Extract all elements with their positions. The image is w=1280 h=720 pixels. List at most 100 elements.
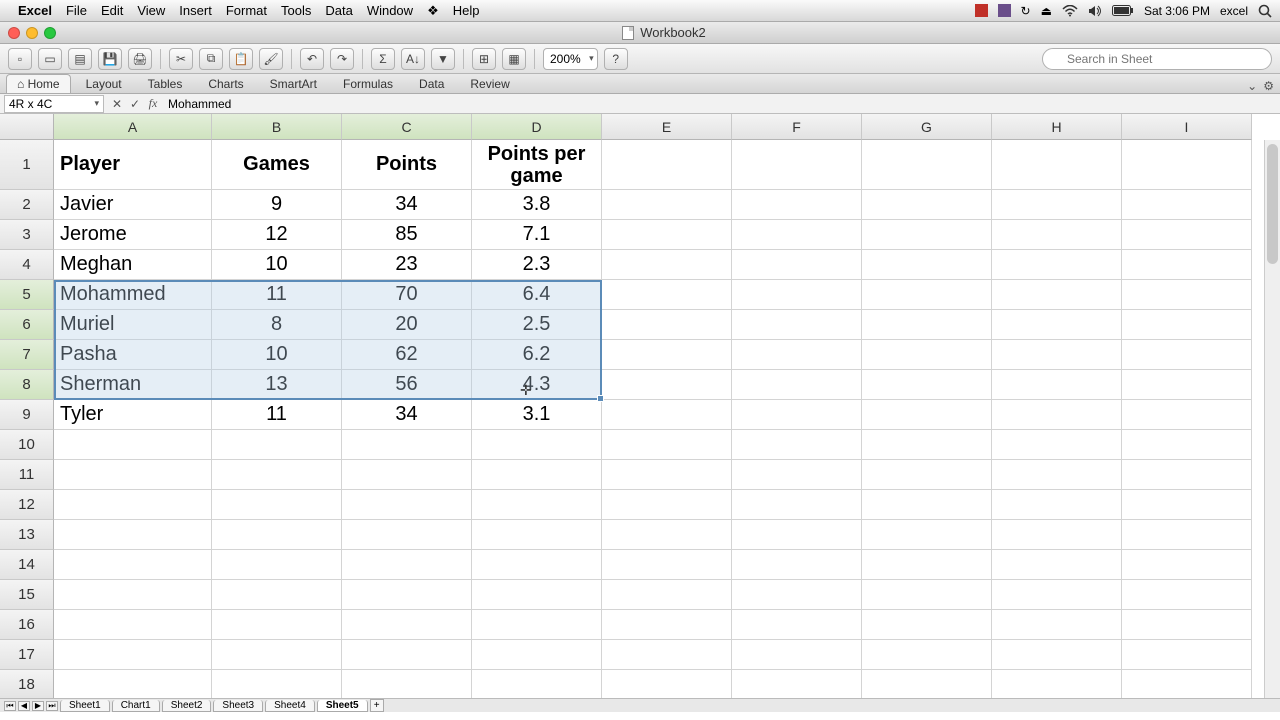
column-header-I[interactable]: I	[1122, 114, 1252, 140]
fx-icon[interactable]: fx	[144, 96, 162, 111]
cell-G1[interactable]	[862, 140, 992, 190]
tab-layout[interactable]: Layout	[75, 74, 133, 93]
cell-H7[interactable]	[992, 340, 1122, 370]
cell-D18[interactable]	[472, 670, 602, 700]
help-button[interactable]: ?	[604, 48, 628, 70]
tab-nav-next[interactable]: ▶	[32, 701, 44, 711]
cell-E7[interactable]	[602, 340, 732, 370]
cell-B6[interactable]: 8	[212, 310, 342, 340]
cell-I9[interactable]	[1122, 400, 1252, 430]
script-menu-icon[interactable]: ❖	[427, 3, 439, 19]
row-header-14[interactable]: 14	[0, 550, 54, 580]
row-header-12[interactable]: 12	[0, 490, 54, 520]
cell-G8[interactable]	[862, 370, 992, 400]
row-header-15[interactable]: 15	[0, 580, 54, 610]
clock[interactable]: Sat 3:06 PM	[1144, 4, 1210, 18]
cell-G15[interactable]	[862, 580, 992, 610]
cell-C17[interactable]	[342, 640, 472, 670]
row-header-2[interactable]: 2	[0, 190, 54, 220]
cell-A6[interactable]: Muriel	[54, 310, 212, 340]
cell-A5[interactable]: Mohammed	[54, 280, 212, 310]
cell-F6[interactable]	[732, 310, 862, 340]
menu-help[interactable]: Help	[453, 3, 480, 18]
filter-button[interactable]: ▼	[431, 48, 455, 70]
cancel-formula-icon[interactable]: ✕	[108, 97, 126, 111]
column-header-G[interactable]: G	[862, 114, 992, 140]
cell-I3[interactable]	[1122, 220, 1252, 250]
cell-G9[interactable]	[862, 400, 992, 430]
undo-button[interactable]: ↶	[300, 48, 324, 70]
cell-D3[interactable]: 7.1	[472, 220, 602, 250]
open-template-button[interactable]: ▤	[68, 48, 92, 70]
cell-B11[interactable]	[212, 460, 342, 490]
volume-icon[interactable]	[1088, 5, 1102, 17]
cell-C12[interactable]	[342, 490, 472, 520]
column-header-D[interactable]: D	[472, 114, 602, 140]
cut-button[interactable]: ✂	[169, 48, 193, 70]
menu-tools[interactable]: Tools	[281, 3, 311, 18]
status-indicator-icon[interactable]	[998, 4, 1011, 17]
cell-F10[interactable]	[732, 430, 862, 460]
cell-I6[interactable]	[1122, 310, 1252, 340]
collapse-ribbon-icon[interactable]: ⌄	[1247, 79, 1257, 93]
menu-insert[interactable]: Insert	[179, 3, 212, 18]
battery-icon[interactable]	[1112, 5, 1134, 16]
cell-E2[interactable]	[602, 190, 732, 220]
eject-icon[interactable]: ⏏	[1041, 4, 1052, 18]
sheet-tab-sheet3[interactable]: Sheet3	[213, 700, 263, 712]
cell-F17[interactable]	[732, 640, 862, 670]
sheet-tab-sheet5[interactable]: Sheet5	[317, 700, 368, 712]
cell-F2[interactable]	[732, 190, 862, 220]
cell-I5[interactable]	[1122, 280, 1252, 310]
tab-data[interactable]: Data	[408, 74, 455, 93]
sheet-tab-sheet2[interactable]: Sheet2	[162, 700, 212, 712]
cell-F4[interactable]	[732, 250, 862, 280]
tab-tables[interactable]: Tables	[137, 74, 194, 93]
tab-formulas[interactable]: Formulas	[332, 74, 404, 93]
column-header-E[interactable]: E	[602, 114, 732, 140]
cell-C18[interactable]	[342, 670, 472, 700]
cell-A7[interactable]: Pasha	[54, 340, 212, 370]
zoom-select[interactable]: 200%	[543, 48, 598, 70]
save-button[interactable]: 💾	[98, 48, 122, 70]
cell-C4[interactable]: 23	[342, 250, 472, 280]
cell-B4[interactable]: 10	[212, 250, 342, 280]
cell-E1[interactable]	[602, 140, 732, 190]
tab-charts[interactable]: Charts	[197, 74, 254, 93]
cell-G11[interactable]	[862, 460, 992, 490]
formula-input[interactable]: Mohammed	[162, 97, 1280, 111]
cell-A14[interactable]	[54, 550, 212, 580]
cell-A4[interactable]: Meghan	[54, 250, 212, 280]
print-button[interactable]: 🖨	[128, 48, 152, 70]
cell-B13[interactable]	[212, 520, 342, 550]
row-header-7[interactable]: 7	[0, 340, 54, 370]
cell-D14[interactable]	[472, 550, 602, 580]
cell-A10[interactable]	[54, 430, 212, 460]
cell-H18[interactable]	[992, 670, 1122, 700]
open-button[interactable]: ▭	[38, 48, 62, 70]
cell-D1[interactable]: Points per game	[472, 140, 602, 190]
search-input[interactable]	[1042, 48, 1272, 70]
cell-A1[interactable]: Player	[54, 140, 212, 190]
cell-F9[interactable]	[732, 400, 862, 430]
cell-H4[interactable]	[992, 250, 1122, 280]
cell-F1[interactable]	[732, 140, 862, 190]
cell-E18[interactable]	[602, 670, 732, 700]
cell-G7[interactable]	[862, 340, 992, 370]
cell-A11[interactable]	[54, 460, 212, 490]
row-header-8[interactable]: 8	[0, 370, 54, 400]
cell-G13[interactable]	[862, 520, 992, 550]
scroll-thumb[interactable]	[1267, 144, 1278, 264]
ribbon-settings-icon[interactable]: ⚙	[1263, 79, 1274, 93]
sheet-tab-sheet4[interactable]: Sheet4	[265, 700, 315, 712]
tab-nav-last[interactable]: ⏭	[46, 701, 58, 711]
column-header-A[interactable]: A	[54, 114, 212, 140]
row-header-9[interactable]: 9	[0, 400, 54, 430]
cell-H8[interactable]	[992, 370, 1122, 400]
row-header-5[interactable]: 5	[0, 280, 54, 310]
cell-H9[interactable]	[992, 400, 1122, 430]
cell-E17[interactable]	[602, 640, 732, 670]
cell-F11[interactable]	[732, 460, 862, 490]
cell-I2[interactable]	[1122, 190, 1252, 220]
cell-C3[interactable]: 85	[342, 220, 472, 250]
